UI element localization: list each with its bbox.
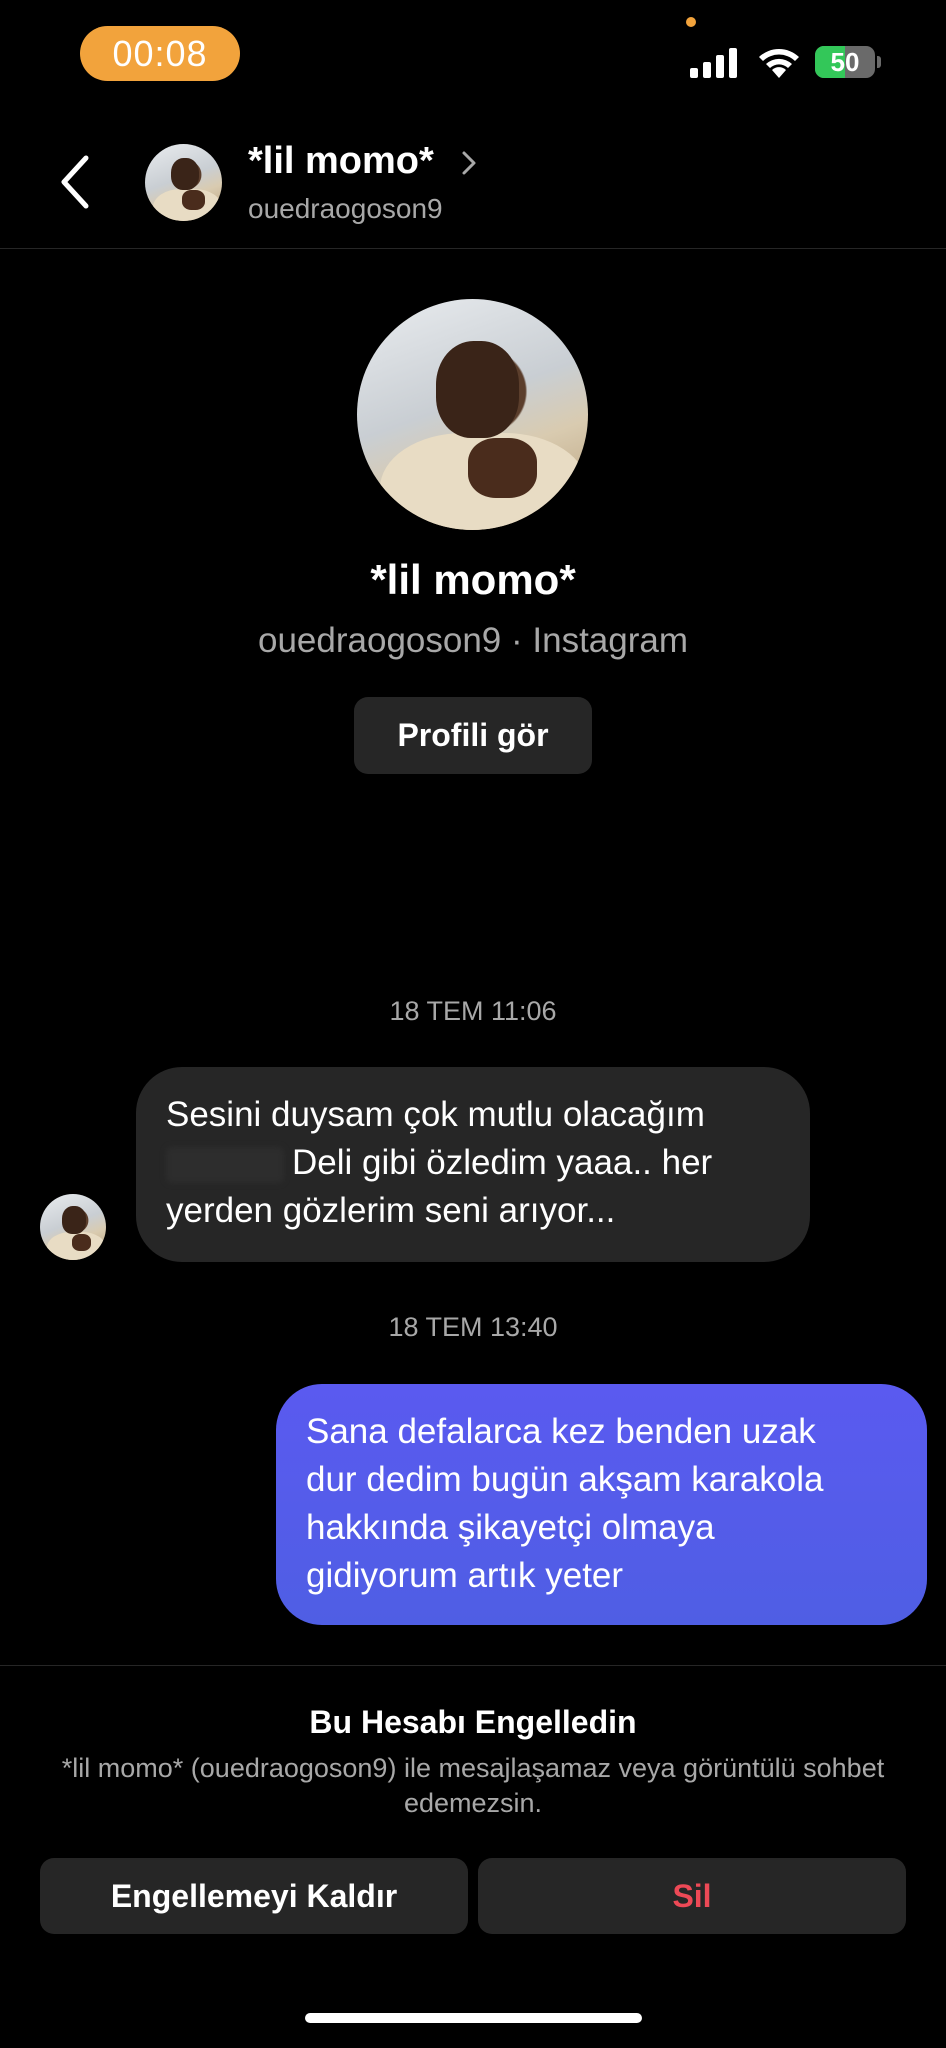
battery-charging-icon: 50 [815, 46, 875, 78]
message-line: Deli gibi özledim yaaa.. her [292, 1143, 713, 1182]
signal-icon [690, 48, 737, 78]
delete-button[interactable]: Sil [478, 1858, 906, 1934]
unblock-button[interactable]: Engellemeyi Kaldır [40, 1858, 468, 1934]
profile-name: *lil momo* [370, 556, 576, 603]
home-indicator[interactable] [305, 2013, 642, 2023]
header-name[interactable]: *lil momo* [248, 140, 434, 183]
blocked-title: Bu Hesabı Engelledin [309, 1704, 637, 1740]
header-username[interactable]: ouedraogoson9 [248, 193, 443, 225]
redacted-text [166, 1147, 284, 1183]
footer-divider [0, 1665, 946, 1666]
message-line: Sesini duysam çok mutlu olacağım [166, 1095, 705, 1134]
profile-subtitle: ouedraogoson9 · Instagram [258, 621, 688, 660]
message-line: gidiyorum artık yeter [306, 1556, 624, 1595]
mic-indicator-dot [686, 17, 696, 27]
view-profile-button[interactable]: Profili gör [354, 697, 592, 774]
header-divider [0, 248, 946, 249]
incoming-message-bubble[interactable]: Sesini duysam çok mutlu olacağım Deli gi… [136, 1067, 810, 1262]
blocked-description: *lil momo* (ouedraogoson9) ile mesajlaşa… [61, 1753, 885, 1818]
profile-avatar[interactable] [357, 299, 588, 530]
message-timestamp: 18 TEM 11:06 [389, 996, 557, 1026]
wifi-icon [759, 49, 799, 78]
message-line: yerden gözlerim seni arıyor... [166, 1191, 616, 1230]
sender-avatar[interactable] [40, 1194, 106, 1260]
status-time: 00:08 [80, 26, 240, 81]
message-timestamp: 18 TEM 13:40 [388, 1312, 558, 1342]
chevron-right-icon[interactable] [461, 150, 477, 176]
outgoing-message-bubble[interactable]: Sana defalarca kez benden uzak dur dedim… [276, 1384, 927, 1625]
header-avatar[interactable] [145, 144, 222, 221]
battery-nub [877, 56, 881, 68]
battery-level: 50 [830, 47, 860, 77]
message-line: dur dedim bugün akşam karakola [306, 1460, 824, 1499]
message-line: hakkında şikayetçi olmaya [306, 1508, 715, 1547]
message-line: Sana defalarca kez benden uzak [306, 1412, 816, 1451]
back-icon[interactable] [56, 152, 96, 212]
